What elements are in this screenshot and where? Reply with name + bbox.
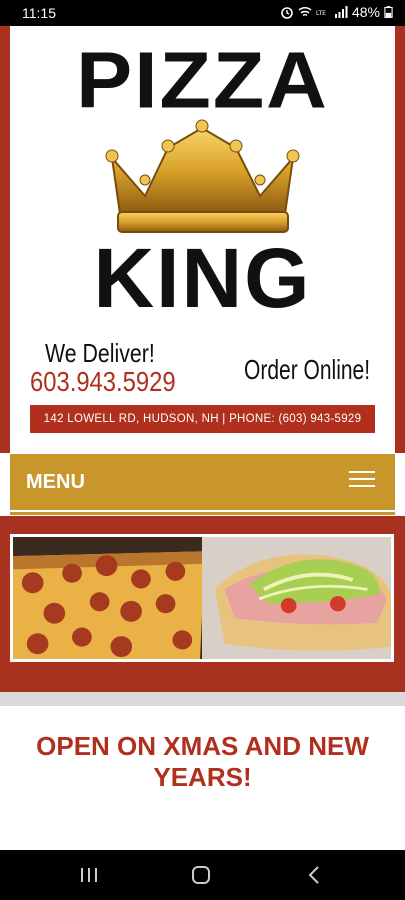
- system-nav-bar: [0, 850, 405, 900]
- logo-word-bottom: KING: [93, 231, 312, 325]
- frame-border-right: [395, 26, 405, 453]
- divider: [10, 512, 395, 515]
- order-online-link[interactable]: Order Online!: [244, 354, 370, 386]
- signal-icon: [334, 6, 348, 18]
- we-deliver-heading: We Deliver!: [45, 338, 155, 368]
- announcement-heading: OPEN ON XMAS AND NEW YEARS!: [36, 731, 369, 792]
- divider: [0, 692, 405, 706]
- recent-apps-icon[interactable]: [78, 864, 100, 886]
- menu-label: MENU: [26, 471, 85, 493]
- home-icon[interactable]: [190, 864, 212, 886]
- status-icons: LTE 48%: [280, 4, 393, 20]
- back-icon[interactable]: [304, 864, 326, 886]
- status-time: 11:15: [22, 5, 56, 21]
- status-bar: 11:15 LTE 48%: [0, 0, 405, 26]
- pizza-king-logo[interactable]: PIZZA KING: [70, 35, 335, 320]
- crown-icon: [105, 119, 300, 233]
- hero-banner: [0, 516, 405, 692]
- frame-border-left: [0, 26, 10, 453]
- address-bar: 142 LOWELL RD, HUDSON, NH | PHONE: (603)…: [30, 405, 375, 433]
- battery-icon: [384, 6, 393, 18]
- pizza-and-sub-photo: [10, 534, 394, 662]
- page-frame: PIZZA KING We Deliver! 603.943.5929 Orde…: [0, 26, 405, 850]
- wifi-icon: [298, 6, 312, 17]
- logo-word-top: PIZZA: [76, 35, 329, 125]
- battery-percent: 48%: [351, 4, 380, 20]
- svg-text:LTE: LTE: [316, 10, 326, 17]
- menu-bar[interactable]: MENU: [10, 454, 395, 510]
- volte-icon: LTE: [316, 10, 326, 17]
- alarm-icon: [281, 7, 293, 19]
- hamburger-menu-icon[interactable]: [349, 471, 375, 491]
- phone-number-link[interactable]: 603.943.5929: [30, 366, 176, 398]
